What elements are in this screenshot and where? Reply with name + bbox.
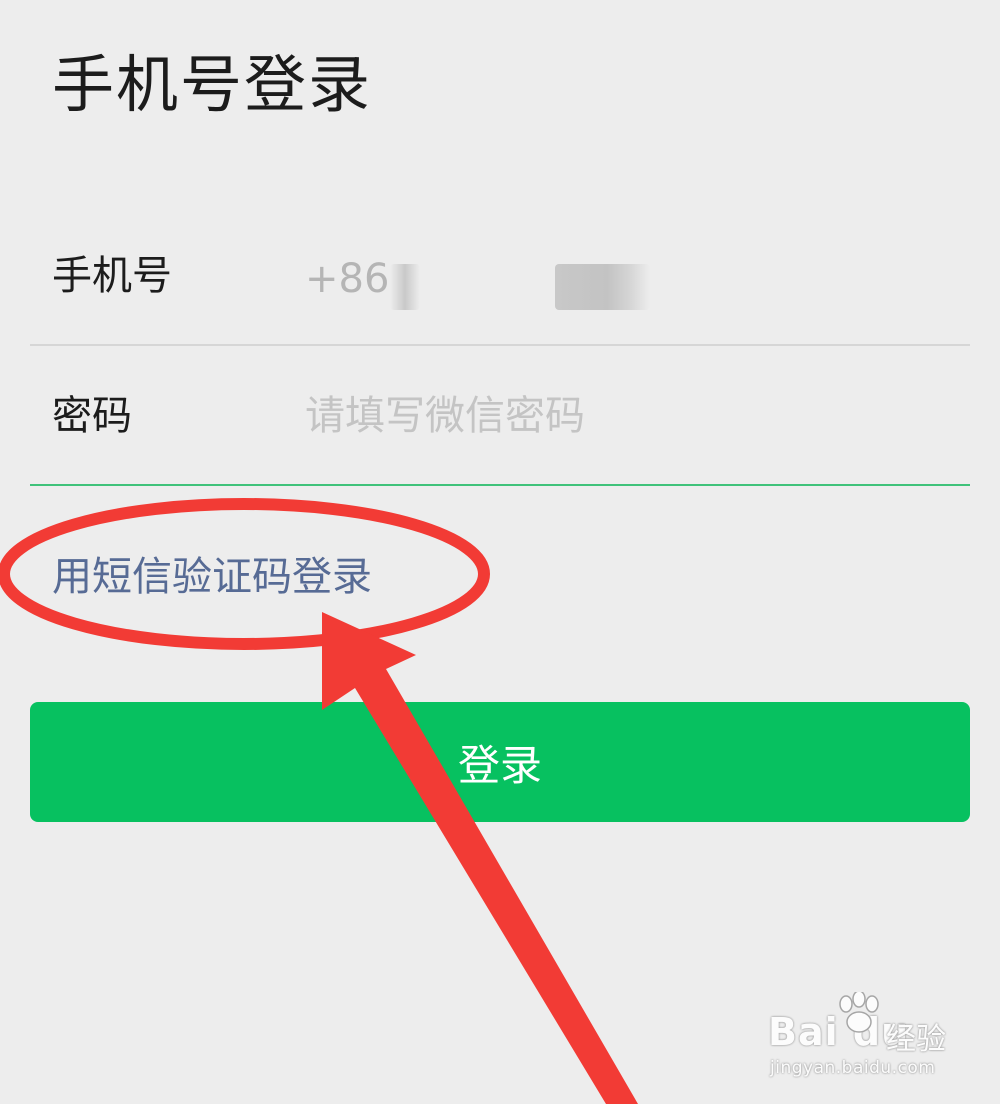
password-input[interactable] xyxy=(305,390,925,442)
annotation-overlay xyxy=(0,498,638,1104)
paw-icon xyxy=(839,992,879,1033)
page-title: 手机号登录 xyxy=(52,48,373,121)
watermark-product: 经验 xyxy=(886,1022,946,1057)
redacted-phone-number xyxy=(555,264,650,310)
password-label: 密码 xyxy=(52,393,132,439)
password-field-row: 密码 xyxy=(30,346,970,486)
country-code-prefix[interactable]: +86 xyxy=(305,256,389,302)
watermark-url: jingyan.baidu.com xyxy=(770,1058,936,1078)
redacted-phone-digit xyxy=(390,264,420,310)
phone-field-row[interactable]: 手机号 +86 xyxy=(30,206,970,346)
login-button[interactable]: 登录 xyxy=(30,702,970,822)
sms-code-login-link[interactable]: 用短信验证码登录 xyxy=(52,553,372,601)
baidu-jingyan-watermark: Bai du 经验 jingyan.baidu.com xyxy=(768,992,978,1088)
annotation-arrow xyxy=(322,612,638,1104)
phone-label: 手机号 xyxy=(52,253,172,299)
